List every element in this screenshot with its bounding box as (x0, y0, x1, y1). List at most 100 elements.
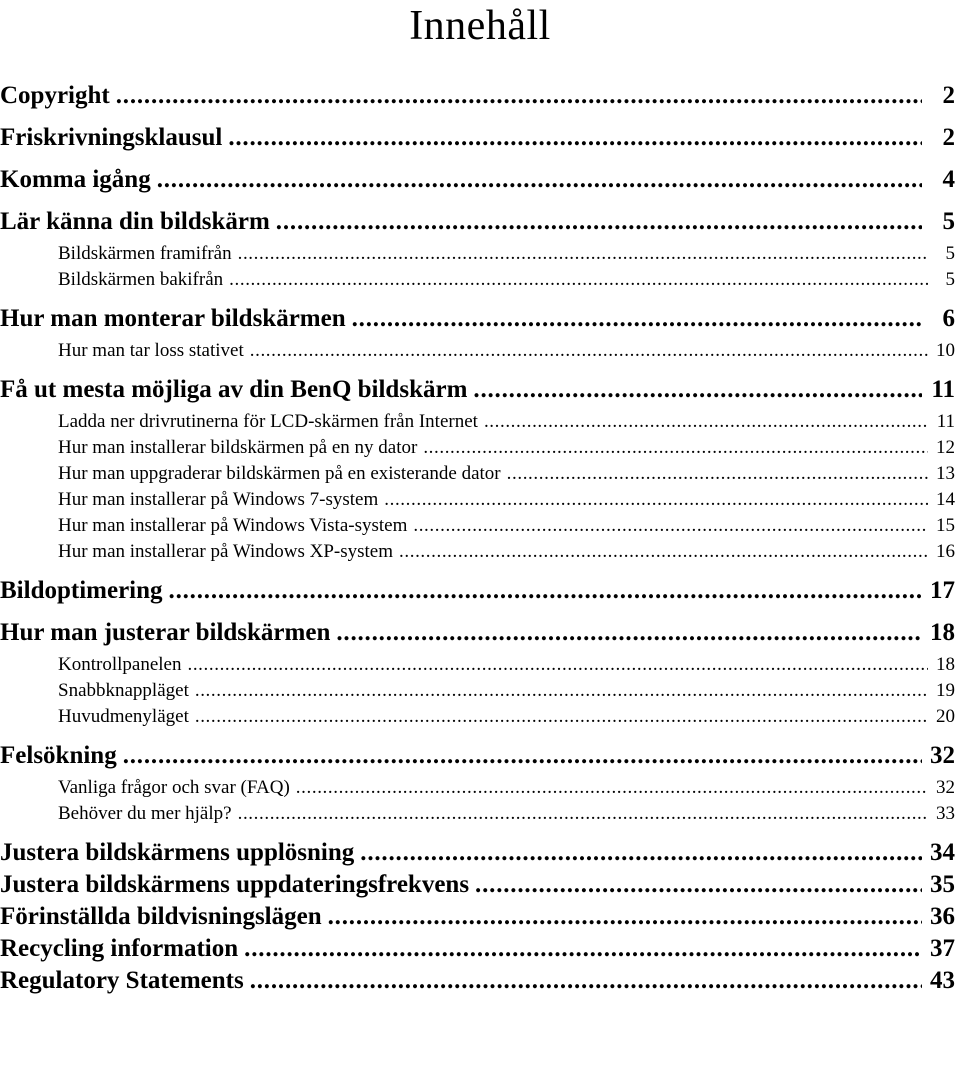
toc-entry-label: Lär känna din bildskärm (0, 208, 270, 235)
toc-entry-page-number: 18 (930, 619, 955, 646)
toc-entry-label: Förinställda bildvisningslägen (0, 903, 322, 930)
toc-entry-page-number: 35 (930, 871, 955, 898)
toc-entry[interactable]: Ladda ner drivrutinerna för LCD-skärmen … (0, 403, 960, 432)
toc-dot-leader (399, 542, 928, 561)
toc-entry-page-number: 36 (930, 903, 955, 930)
toc-entry-label: Regulatory Statements (0, 967, 244, 994)
toc-dot-leader (169, 578, 922, 603)
toc-entry[interactable]: Komma igång 4 (0, 151, 960, 193)
toc-dot-leader (238, 804, 928, 823)
toc-entry-label: Felsökning (0, 742, 117, 769)
toc-entry-label: Snabbknappläget (58, 680, 189, 701)
toc-entry-page-number: 13 (936, 463, 955, 484)
toc-entry[interactable]: Regulatory Statements 43 (0, 962, 960, 994)
toc-entry[interactable]: Lär känna din bildskärm 5 (0, 193, 960, 235)
toc-entry[interactable]: Vanliga frågor och svar (FAQ) 32 (0, 769, 960, 798)
toc-dot-leader (250, 341, 928, 360)
toc-entry-page-number: 5 (942, 208, 956, 235)
toc-entry-label: Friskrivningsklausul (0, 124, 223, 151)
toc-dot-leader (250, 968, 922, 993)
toc-entry[interactable]: Copyright 2 (0, 67, 960, 109)
toc-dot-leader (475, 872, 922, 897)
toc-entry-page-number: 37 (930, 935, 955, 962)
toc-entry-page-number: 18 (936, 654, 955, 675)
toc-dot-leader (352, 306, 922, 331)
toc-dot-leader (116, 83, 922, 108)
toc-entry[interactable]: Bildoptimering 17 (0, 562, 960, 604)
toc-dot-leader (123, 743, 922, 768)
toc-entry-page-number: 32 (930, 742, 955, 769)
toc-entry[interactable]: Justera bildskärmens uppdateringsfrekven… (0, 866, 960, 898)
toc-entry-page-number: 11 (931, 376, 955, 403)
toc-dot-leader (507, 464, 928, 483)
toc-dot-leader (473, 377, 922, 402)
table-of-contents: Copyright2Friskrivningsklausul2Komma igå… (0, 67, 960, 994)
toc-entry-label: Komma igång (0, 166, 151, 193)
toc-entry[interactable]: Huvudmenyläget 20 (0, 701, 960, 727)
toc-entry[interactable]: Hur man installerar bildskärmen på en ny… (0, 432, 960, 458)
toc-entry-label: Hur man justerar bildskärmen (0, 619, 331, 646)
toc-dot-leader (360, 840, 922, 865)
toc-entry-label: Bildoptimering (0, 577, 163, 604)
toc-entry[interactable]: Hur man installerar på Windows 7-system 1… (0, 484, 960, 510)
toc-entry[interactable]: Snabbknappläget 19 (0, 675, 960, 701)
toc-entry-label: Få ut mesta möjliga av din BenQ bildskär… (0, 376, 468, 403)
toc-entry-label: Hur man installerar bildskärmen på en ny… (58, 437, 418, 458)
toc-entry-label: Hur man tar loss stativet (58, 340, 244, 361)
toc-entry-page-number: 14 (936, 489, 955, 510)
toc-entry-page-number: 43 (930, 967, 955, 994)
toc-entry-page-number: 12 (936, 437, 955, 458)
toc-entry-page-number: 5 (945, 243, 956, 264)
toc-entry[interactable]: Behöver du mer hjälp? 33 (0, 798, 960, 824)
toc-entry-page-number: 32 (936, 777, 955, 798)
toc-entry[interactable]: Felsökning 32 (0, 727, 960, 769)
toc-entry[interactable]: Hur man justerar bildskärmen 18 (0, 604, 960, 646)
toc-entry-label: Recycling information (0, 935, 239, 962)
toc-dot-leader (384, 490, 928, 509)
toc-entry-page-number: 2 (942, 124, 956, 151)
toc-entry[interactable]: Hur man uppgraderar bildskärmen på en ex… (0, 458, 960, 484)
toc-entry[interactable]: Förinställda bildvisningslägen 36 (0, 898, 960, 930)
toc-entry[interactable]: Få ut mesta möjliga av din BenQ bildskär… (0, 361, 960, 403)
toc-entry-page-number: 20 (936, 706, 955, 727)
document-page: Innehåll Copyright 2 Friskrivningsklausul 2… (0, 0, 960, 1082)
toc-entry-page-number: 5 (945, 269, 956, 290)
toc-entry[interactable]: Bildskärmen bakifrån 5 (0, 264, 960, 290)
toc-entry-label: Justera bildskärmens uppdateringsfrekven… (0, 871, 470, 898)
toc-dot-leader (423, 438, 928, 457)
toc-entry[interactable]: Hur man installerar på Windows XP-system… (0, 536, 960, 562)
toc-entry-page-number: 34 (930, 839, 955, 866)
toc-entry-label: Vanliga frågor och svar (FAQ) (58, 777, 290, 798)
toc-entry[interactable]: Hur man monterar bildskärmen 6 (0, 290, 960, 332)
toc-entry[interactable]: Friskrivningsklausul 2 (0, 109, 960, 151)
toc-entry-page-number: 16 (936, 541, 955, 562)
toc-entry-page-number: 10 (936, 340, 955, 361)
toc-entry[interactable]: Kontrollpanelen 18 (0, 646, 960, 675)
toc-entry-page-number: 6 (942, 305, 956, 332)
toc-entry-label: Hur man uppgraderar bildskärmen på en ex… (58, 463, 501, 484)
toc-entry[interactable]: Justera bildskärmens upplösning 34 (0, 824, 960, 866)
toc-entry-label: Ladda ner drivrutinerna för LCD-skärmen … (58, 411, 478, 432)
toc-entry-page-number: 11 (936, 411, 955, 432)
toc-entry[interactable]: Recycling information 37 (0, 930, 960, 962)
toc-entry[interactable]: Hur man installerar på Windows Vista-sys… (0, 510, 960, 536)
toc-dot-leader (195, 707, 928, 726)
toc-entry-label: Hur man installerar på Windows XP-system (58, 541, 394, 562)
toc-entry[interactable]: Hur man tar loss stativet 10 (0, 332, 960, 361)
toc-dot-leader (195, 681, 928, 700)
toc-dot-leader (187, 655, 928, 674)
toc-entry-label: Behöver du mer hjälp? (58, 803, 232, 824)
toc-entry[interactable]: Bildskärmen framifrån 5 (0, 235, 960, 264)
toc-dot-leader (484, 412, 928, 431)
toc-dot-leader (238, 244, 928, 263)
toc-entry-label: Bildskärmen framifrån (58, 243, 232, 264)
toc-entry-label: Copyright (0, 82, 110, 109)
toc-entry-label: Hur man installerar på Windows 7-system (58, 489, 379, 510)
toc-entry-label: Kontrollpanelen (58, 654, 182, 675)
toc-dot-leader (229, 270, 928, 289)
toc-dot-leader (276, 209, 922, 234)
page-title: Innehåll (409, 3, 551, 49)
toc-dot-leader (244, 936, 922, 961)
toc-entry-page-number: 2 (942, 82, 956, 109)
toc-entry-label: Hur man installerar på Windows Vista-sys… (58, 515, 408, 536)
